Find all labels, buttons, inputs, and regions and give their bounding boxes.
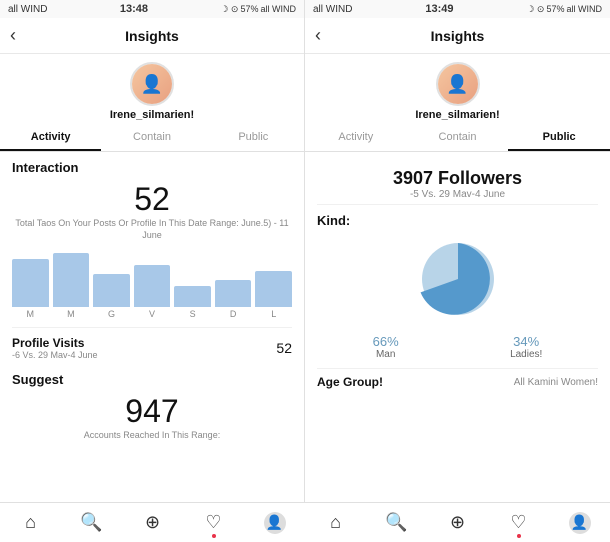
left-nav-profile[interactable]: 👤 xyxy=(244,503,305,542)
left-content: Interaction 52 Total Taos On Your Posts … xyxy=(0,152,304,502)
left-nav-search[interactable]: 🔍 xyxy=(61,503,122,542)
right-tab-contain[interactable]: Contain xyxy=(407,125,509,151)
suggest-section: Suggest 947 Accounts Reached In This Ran… xyxy=(12,372,292,442)
left-time: 13:48 xyxy=(120,3,148,15)
suggest-subtext: Accounts Reached In This Range: xyxy=(12,430,292,442)
age-group-value: All Kamini Women! xyxy=(514,377,598,388)
age-group-label: Age Group! xyxy=(317,375,383,389)
left-tabs: Activity Contain Public xyxy=(0,125,304,152)
ladies-pct: 34% xyxy=(510,334,542,349)
left-carrier: all WIND xyxy=(8,4,47,15)
right-nav-profile[interactable]: 👤 xyxy=(549,503,610,542)
right-tabs: Activity Contain Public xyxy=(305,125,610,152)
bar-2 xyxy=(53,253,90,307)
man-pct: 66% xyxy=(373,334,399,349)
left-page-title: Insights xyxy=(125,28,179,44)
left-status-icons: ☽ ⊙ 57% all WIND xyxy=(220,4,296,15)
left-nav-like[interactable]: ♡ xyxy=(183,503,244,542)
right-nav-add[interactable]: ⊕ xyxy=(427,503,488,542)
followers-comparison: -5 Vs. 29 Mav-4 June xyxy=(317,189,598,200)
left-screen: all WIND 13:48 ☽ ⊙ 57% all WIND ‹ Insigh… xyxy=(0,0,305,502)
man-label: Man xyxy=(373,349,399,360)
suggest-title: Suggest xyxy=(12,372,292,387)
left-nav-home[interactable]: ⌂ xyxy=(0,503,61,542)
right-nav-search[interactable]: 🔍 xyxy=(366,503,427,542)
right-profile-section: 👤 Irene_silmarien! xyxy=(305,54,610,125)
right-time: 13:49 xyxy=(425,3,453,15)
left-header: ‹ Insights xyxy=(0,18,304,54)
profile-visits-value: 52 xyxy=(276,340,292,356)
kind-label: Kind: xyxy=(317,213,598,228)
left-back-button[interactable]: ‹ xyxy=(10,25,16,46)
pie-legend: 66% Man 34% Ladies! xyxy=(317,334,598,360)
left-profile-section: 👤 Irene_silmarien! xyxy=(0,54,304,125)
pie-chart xyxy=(413,234,503,324)
right-avatar: 👤 xyxy=(436,62,480,106)
left-tab-activity[interactable]: Activity xyxy=(0,125,101,151)
profile-visits-row: Profile Visits -6 Vs. 29 Mav-4 June 52 xyxy=(12,327,292,368)
left-nav: ⌂ 🔍 ⊕ ♡ 👤 xyxy=(0,503,305,542)
right-username: Irene_silmarien! xyxy=(415,109,499,121)
right-content: 3907 Followers -5 Vs. 29 Mav-4 June Kind… xyxy=(305,152,610,502)
right-screen: all WIND 13:49 ☽ ⊙ 57% all WIND ‹ Insigh… xyxy=(305,0,610,502)
suggest-count: 947 xyxy=(12,393,292,430)
right-nav: ⌂ 🔍 ⊕ ♡ 👤 xyxy=(305,503,610,542)
interaction-count: 52 xyxy=(12,181,292,218)
left-tab-public[interactable]: Public xyxy=(203,125,304,151)
bar-6 xyxy=(215,280,252,307)
right-back-button[interactable]: ‹ xyxy=(315,25,321,46)
right-status-bar: all WIND 13:49 ☽ ⊙ 57% all WIND xyxy=(305,0,610,18)
pie-container: 66% Man 34% Ladies! xyxy=(317,234,598,360)
left-avatar: 👤 xyxy=(130,62,174,106)
bottom-nav: ⌂ 🔍 ⊕ ♡ 👤 ⌂ 🔍 ⊕ ♡ 👤 xyxy=(0,502,610,542)
bar-1 xyxy=(12,259,49,307)
age-group-row: Age Group! All Kamini Women! xyxy=(317,368,598,389)
bar-5 xyxy=(174,286,211,307)
left-status-bar: all WIND 13:48 ☽ ⊙ 57% all WIND xyxy=(0,0,304,18)
left-nav-add[interactable]: ⊕ xyxy=(122,503,183,542)
right-tab-public[interactable]: Public xyxy=(508,125,610,151)
left-username: Irene_silmarien! xyxy=(110,109,194,121)
right-nav-home[interactable]: ⌂ xyxy=(305,503,366,542)
right-tab-activity[interactable]: Activity xyxy=(305,125,407,151)
bar-3 xyxy=(93,274,130,307)
bar-4 xyxy=(134,265,171,307)
legend-man: 66% Man xyxy=(373,334,399,360)
bar-labels: M M G V S D L xyxy=(12,309,292,319)
right-header: ‹ Insights xyxy=(305,18,610,54)
followers-count: 3907 Followers xyxy=(317,168,598,189)
right-nav-like[interactable]: ♡ xyxy=(488,503,549,542)
profile-visits-label: Profile Visits xyxy=(12,336,98,350)
left-tab-contain[interactable]: Contain xyxy=(101,125,202,151)
followers-section: 3907 Followers -5 Vs. 29 Mav-4 June xyxy=(317,160,598,205)
right-status-icons: ☽ ⊙ 57% all WIND xyxy=(526,4,602,15)
kind-section: Kind: 66% Man xyxy=(317,213,598,360)
right-page-title: Insights xyxy=(431,28,485,44)
profile-visits-sub: -6 Vs. 29 Mav-4 June xyxy=(12,350,98,360)
interaction-subtext: Total Taos On Your Posts Or Profile In T… xyxy=(12,218,292,241)
legend-ladies: 34% Ladies! xyxy=(510,334,542,360)
right-carrier: all WIND xyxy=(313,4,352,15)
ladies-label: Ladies! xyxy=(510,349,542,360)
interaction-title: Interaction xyxy=(12,160,292,175)
bar-7 xyxy=(255,271,292,307)
bar-chart xyxy=(12,247,292,307)
